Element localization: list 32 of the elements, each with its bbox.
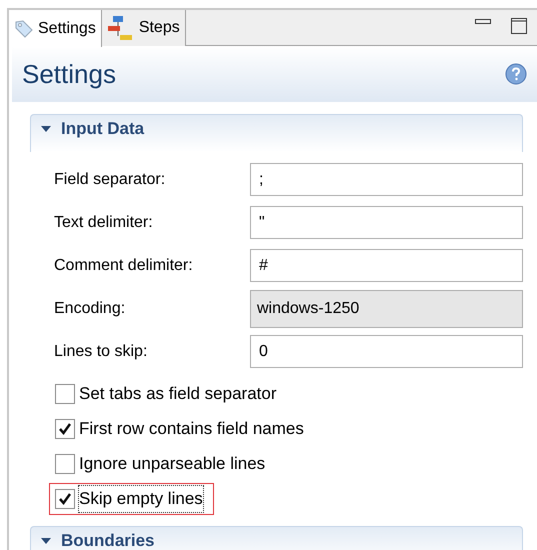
field-label: Text delimiter:	[53, 212, 154, 232]
field-label: Field separator:	[53, 170, 166, 190]
minimize-icon[interactable]	[475, 18, 491, 26]
flowchart-icon	[106, 14, 135, 42]
tag-icon	[14, 18, 34, 38]
section-header[interactable]: Input Data	[30, 114, 523, 152]
collapse-arrow-icon	[41, 536, 51, 546]
encoding-dropdown[interactable]: windows-1250	[250, 290, 523, 328]
checkbox[interactable]	[55, 489, 75, 509]
input-field[interactable]: ;	[250, 163, 523, 196]
checkmark-icon	[58, 422, 72, 436]
checkbox[interactable]	[55, 454, 75, 474]
collapse-arrow-icon	[41, 124, 51, 134]
field-label: Lines to skip:	[53, 342, 148, 362]
checkbox-label: Skip empty lines	[79, 486, 203, 512]
checkbox-label: First row contains field names	[79, 418, 304, 440]
page-title: Settings	[22, 58, 116, 90]
field-label: Encoding:	[53, 298, 126, 318]
section-header[interactable]: Boundaries	[30, 526, 523, 550]
checkbox[interactable]	[55, 419, 75, 439]
checkbox[interactable]	[55, 384, 75, 404]
checkmark-icon	[58, 492, 72, 506]
input-field[interactable]: #	[250, 249, 523, 282]
checkbox-label: Ignore unparseable lines	[79, 453, 266, 476]
help-icon[interactable]	[505, 63, 527, 85]
field-label: Comment delimiter:	[53, 256, 194, 276]
input-field[interactable]: "	[250, 206, 523, 239]
input-field[interactable]: 0	[250, 335, 523, 368]
tab[interactable]: Steps	[102, 10, 186, 46]
tab[interactable]: Settings	[9, 10, 102, 47]
maximize-icon[interactable]	[511, 18, 527, 34]
checkbox-label: Set tabs as field separator	[79, 383, 277, 406]
